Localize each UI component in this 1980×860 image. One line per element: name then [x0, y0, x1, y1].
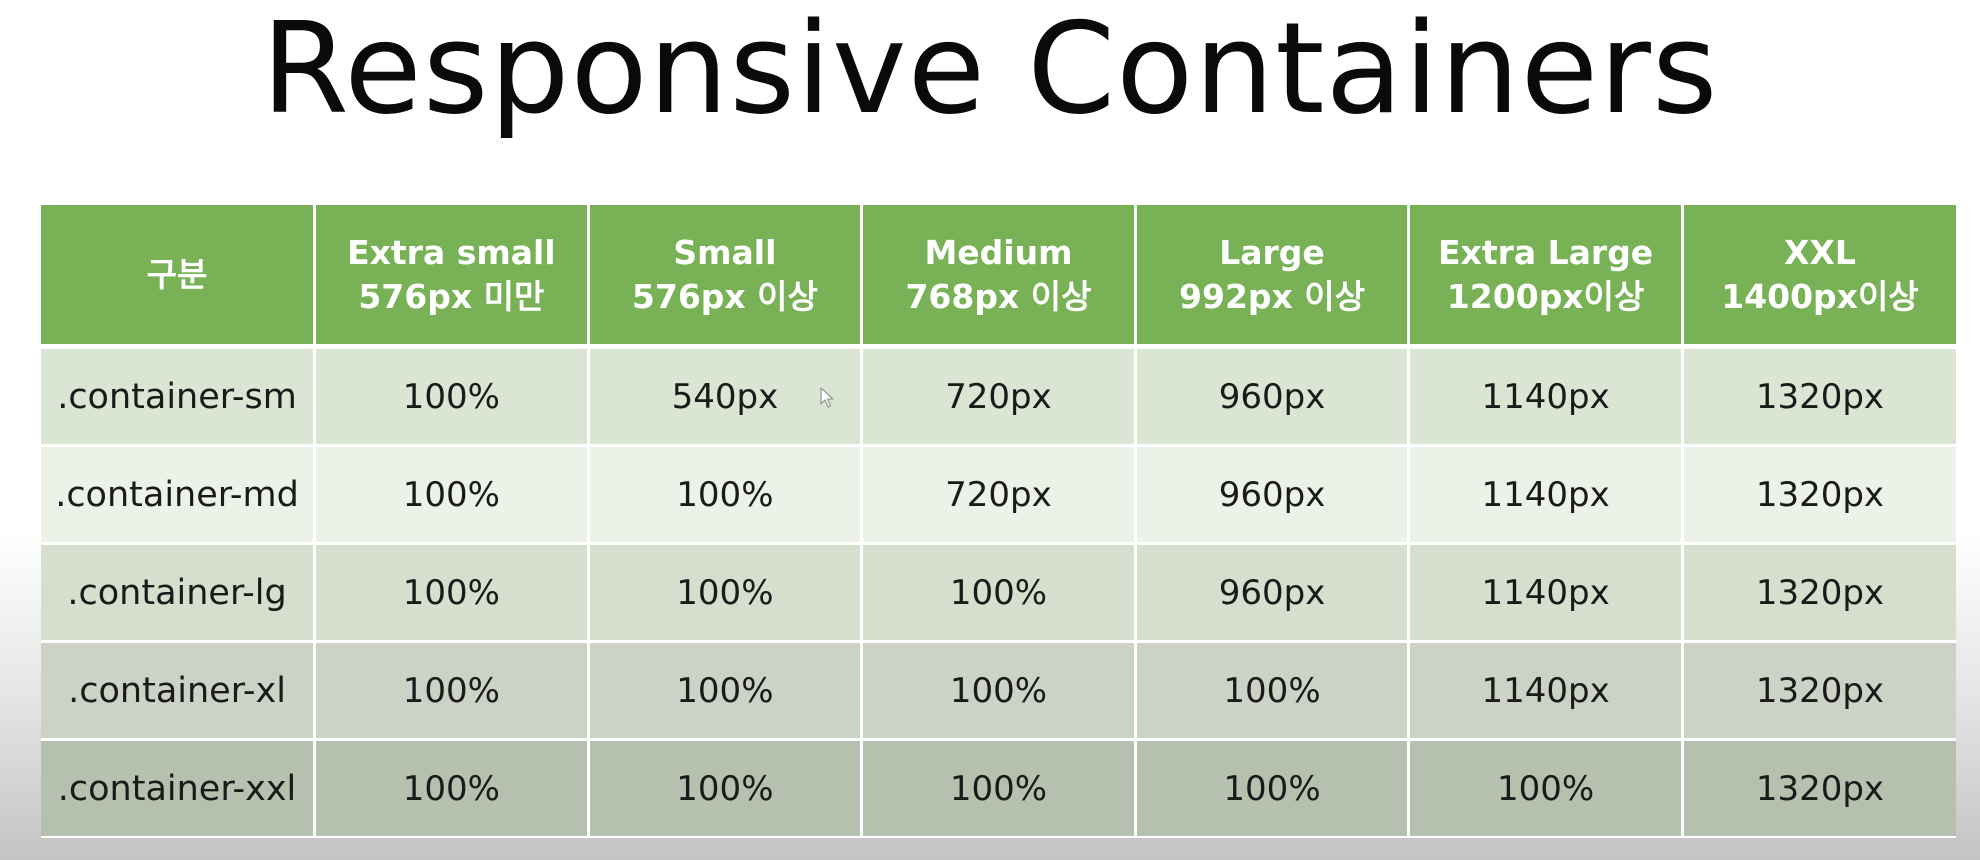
header-breakpoint: 1200px이상	[1446, 276, 1645, 316]
header-breakpoint: 576px 미만	[358, 276, 545, 316]
row-label: .container-xl	[41, 641, 317, 741]
header-breakpoint: 992px 이상	[1179, 276, 1366, 316]
row-label: .container-sm	[41, 346, 317, 447]
table-cell: 100%	[314, 739, 590, 836]
table-cell: 100%	[588, 445, 864, 545]
header-cell-extra-small: Extra small 576px 미만	[314, 205, 590, 349]
table-cell: 100%	[314, 346, 590, 447]
table-row: .container-sm 100% 540px 720px 960px 114…	[41, 346, 1956, 447]
table-cell: 1320px	[1682, 641, 1956, 741]
header-label: Large	[1219, 232, 1325, 272]
responsive-containers-table-wrap: 구분 Extra small 576px 미만 Small 576px 이상 Med…	[41, 205, 1956, 838]
header-label: Extra Large	[1437, 232, 1654, 272]
header-cell-small: Small 576px 이상	[588, 205, 864, 349]
table-cell: 1320px	[1682, 346, 1956, 447]
header-label: 구분	[146, 254, 208, 294]
table-cell: 720px	[861, 346, 1137, 447]
table-cell: 960px	[1135, 445, 1411, 545]
table-cell: 100%	[314, 445, 590, 545]
page-title: Responsive Containers	[261, 0, 1719, 142]
header-label: XXL	[1783, 232, 1856, 272]
table-cell: 960px	[1135, 346, 1411, 447]
header-breakpoint: 1400px이상	[1721, 276, 1919, 316]
table-cell: 100%	[861, 543, 1137, 643]
table-cell: 960px	[1135, 543, 1411, 643]
table-cell: 1140px	[1408, 543, 1684, 643]
table-cell: 100%	[861, 641, 1137, 741]
row-label: .container-md	[41, 445, 317, 545]
header-row: 구분 Extra small 576px 미만 Small 576px 이상 Med…	[41, 205, 1956, 349]
table-cell: 1320px	[1682, 543, 1956, 643]
header-cell-large: Large 992px 이상	[1135, 205, 1411, 349]
header-cell-xxl: XXL 1400px이상	[1682, 205, 1956, 349]
table-cell: 1140px	[1408, 445, 1684, 545]
table-cell: 100%	[1135, 739, 1411, 836]
table-cell: 100%	[1135, 641, 1411, 741]
table-cell: 720px	[861, 445, 1137, 545]
table-cell: 1320px	[1682, 739, 1956, 836]
table-cell: 100%	[1408, 739, 1684, 836]
row-label: .container-xxl	[41, 739, 317, 836]
header-label: Extra small	[347, 232, 556, 272]
row-label: .container-lg	[41, 543, 317, 643]
table-cell: 1140px	[1408, 346, 1684, 447]
responsive-containers-table: 구분 Extra small 576px 미만 Small 576px 이상 Med…	[41, 205, 1956, 836]
header-cell-extra-large: Extra Large 1200px이상	[1408, 205, 1684, 349]
header-cell-medium: Medium 768px 이상	[861, 205, 1137, 349]
table-cell: 100%	[588, 739, 864, 836]
table-row: .container-md 100% 100% 720px 960px 1140…	[41, 445, 1956, 545]
table-cell: 100%	[314, 543, 590, 643]
table-cell: 100%	[861, 739, 1137, 836]
table-row: .container-lg 100% 100% 100% 960px 1140p…	[41, 543, 1956, 643]
table-cell: 1140px	[1408, 641, 1684, 741]
table-cell: 1320px	[1682, 445, 1956, 545]
table-cell: 100%	[314, 641, 590, 741]
header-breakpoint: 768px 이상	[905, 276, 1092, 316]
header-label: Medium	[924, 232, 1073, 272]
header-label: Small	[673, 232, 777, 272]
table-row: .container-xxl 100% 100% 100% 100% 100% …	[41, 739, 1956, 836]
header-cell-category: 구분	[41, 205, 317, 349]
table-cell: 100%	[588, 543, 864, 643]
header-breakpoint: 576px 이상	[631, 276, 818, 316]
mouse-pointer-icon	[820, 387, 834, 408]
table-cell: 100%	[588, 641, 864, 741]
table-row: .container-xl 100% 100% 100% 100% 1140px…	[41, 641, 1956, 741]
